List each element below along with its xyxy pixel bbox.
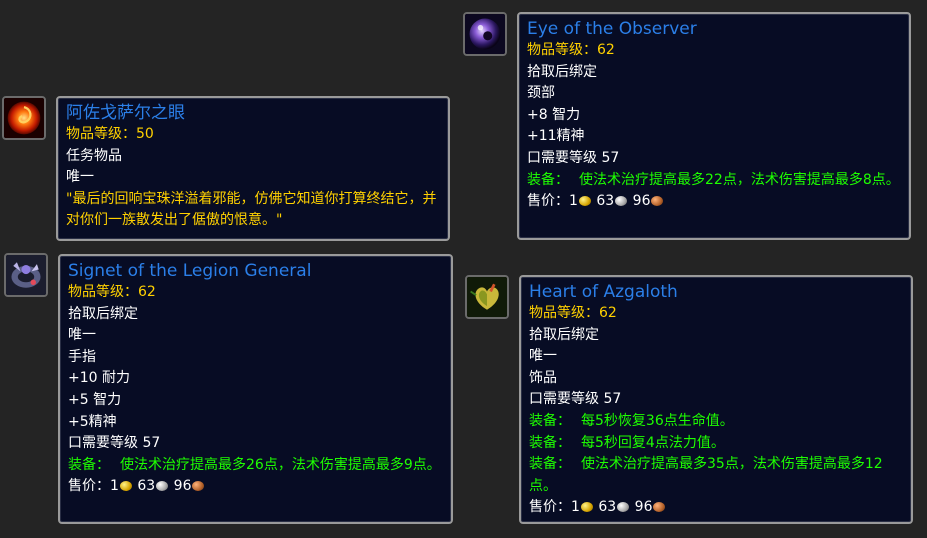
item-binding: 拾取后绑定 (529, 326, 599, 343)
equip-text: 使法术治疗提高最多22点，法术伤害提高最多8点。 (579, 171, 900, 188)
copper-coin-icon (192, 481, 205, 492)
item-binding: 拾取后绑定 (68, 305, 138, 322)
copper-amount: 96 (632, 193, 651, 210)
item-level: 物品等级：62 (68, 284, 156, 300)
item-name: 阿佐戈萨尔之眼 (66, 103, 185, 123)
item-name: Signet of the Legion General (68, 261, 312, 281)
silver-amount: 63 (598, 499, 617, 516)
tooltip-eye-of-azsharah: 阿佐戈萨尔之眼 物品等级：50 任务物品 唯一 "最后的回响宝珠洋溢着邪能，仿佛… (56, 96, 450, 241)
sell-label: 售价： (68, 478, 110, 495)
copper-amount: 96 (634, 499, 653, 516)
gold-amount: 1 (110, 478, 119, 495)
item-equip-effect: 装备： 使法术治疗提高最多26点，法术伤害提高最多9点。 (68, 455, 443, 477)
gold-amount: 1 (569, 193, 578, 210)
item-required-level: 口需要等级 57 (529, 391, 622, 408)
purple-eye-icon[interactable] (463, 12, 507, 56)
silver-coin-icon (617, 502, 630, 513)
item-unique: 唯一 (529, 348, 557, 365)
equip-text: 每5秒回复4点法力值。 (581, 434, 725, 451)
copper-coin-icon (653, 502, 666, 513)
equip-text: 每5秒恢复36点生命值。 (581, 412, 734, 429)
equip-label: 装备： (529, 456, 571, 473)
item-level: 物品等级：62 (529, 305, 617, 321)
item-name: Heart of Azgaloth (529, 282, 678, 302)
gold-coin-icon (580, 502, 593, 513)
item-level: 物品等级：62 (527, 42, 615, 58)
sell-price: 售价：1 63 96 (527, 191, 901, 213)
item-slot: 颈部 (527, 85, 555, 102)
gold-coin-icon (119, 481, 132, 492)
copper-coin-icon (651, 195, 664, 206)
sell-label: 售价： (529, 499, 571, 516)
signet-ring-icon[interactable] (4, 253, 48, 297)
item-slot: 手指 (68, 348, 96, 365)
item-required-level: 口需要等级 57 (527, 149, 620, 166)
copper-amount: 96 (173, 478, 192, 495)
item-equip-effect: 装备： 使法术治疗提高最多35点，法术伤害提高最多12点。 (529, 454, 903, 497)
item-equip-effect: 装备： 使法术治疗提高最多22点，法术伤害提高最多8点。 (527, 170, 901, 192)
item-stat: +5精神 (68, 413, 117, 430)
item-stat: +10 耐力 (68, 370, 130, 387)
item-equip-effect: 装备： 每5秒恢复36点生命值。 (529, 411, 903, 433)
item-stat: +11精神 (527, 128, 585, 145)
item-binding: 拾取后绑定 (527, 63, 597, 80)
item-name: Eye of the Observer (527, 19, 697, 39)
gold-amount: 1 (571, 499, 580, 516)
item-type: 任务物品 (66, 147, 122, 164)
item-slot: 饰品 (529, 369, 557, 386)
equip-label: 装备： (68, 456, 110, 473)
gold-coin-icon (578, 195, 591, 206)
item-unique: 唯一 (68, 327, 96, 344)
equip-text: 使法术治疗提高最多35点，法术伤害提高最多12点。 (529, 456, 883, 494)
tooltip-signet: Signet of the Legion General 物品等级：62 拾取后… (58, 254, 453, 524)
tooltip-eye-of-the-observer: Eye of the Observer 物品等级：62 拾取后绑定 颈部 +8 … (517, 12, 911, 240)
demon-heart-icon[interactable] (465, 275, 509, 319)
sell-price: 售价：1 63 96 (529, 497, 903, 519)
sell-label: 售价： (527, 193, 569, 210)
sell-price: 售价：1 63 96 (68, 476, 443, 498)
silver-coin-icon (156, 481, 169, 492)
item-flavor-text: "最后的回响宝珠洋溢着邪能，仿佛它知道你打算终结它，并对你们一族散发出了倨傲的恨… (66, 190, 437, 229)
item-stat: +5 智力 (68, 391, 122, 408)
item-level: 物品等级：50 (66, 126, 154, 142)
equip-label: 装备： (529, 434, 571, 451)
fire-orb-icon[interactable] (2, 96, 46, 140)
item-equip-effect: 装备： 每5秒回复4点法力值。 (529, 433, 903, 455)
equip-label: 装备： (529, 412, 571, 429)
item-unique: 唯一 (66, 169, 94, 186)
silver-amount: 63 (137, 478, 156, 495)
silver-amount: 63 (596, 193, 615, 210)
equip-label: 装备： (527, 171, 569, 188)
equip-text: 使法术治疗提高最多26点，法术伤害提高最多9点。 (120, 456, 441, 473)
silver-coin-icon (615, 195, 628, 206)
tooltip-heart-of-azgaloth: Heart of Azgaloth 物品等级：62 拾取后绑定 唯一 饰品 口需… (519, 275, 913, 524)
item-stat: +8 智力 (527, 106, 581, 123)
item-required-level: 口需要等级 57 (68, 435, 161, 452)
